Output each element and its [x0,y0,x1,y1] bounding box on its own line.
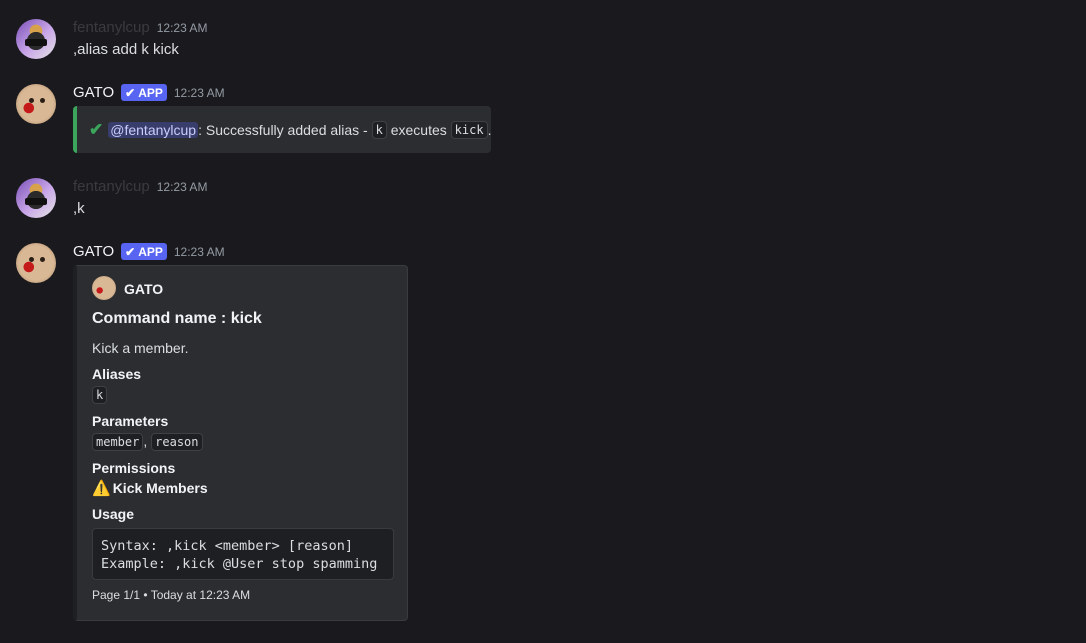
bot-avatar[interactable] [16,243,56,283]
code-line: Example: ,kick @User stop spamming [101,556,378,572]
embed-text: executes [386,121,451,138]
inline-code: reason [151,433,203,451]
embed-description: Kick a member. [92,340,189,356]
author-avatar [92,276,116,300]
embed-text: . [487,121,492,138]
field-value-parameters: member, reason [92,433,203,451]
message-header: GATO ✔ APP 12:23 AM [73,84,225,101]
username[interactable]: GATO [73,84,114,101]
field-name-usage: Usage [92,506,135,522]
code-line: Syntax: ,kick <member> [reason] [101,538,353,554]
field-name-parameters: Parameters [92,413,169,429]
embed-author: GATO [124,281,164,297]
help-embed: GATO Command name : kick Kick a member. … [73,265,408,621]
check-icon: ✔ [125,85,136,100]
embed-footer: Page 1/1 • Today at 12:23 AM [92,588,251,602]
field-name-aliases: Aliases [92,366,142,382]
timestamp[interactable]: 12:23 AM [174,245,225,259]
username[interactable]: fentanylcup [73,178,150,195]
message-content: ,k [73,200,85,217]
field-value-aliases: k [92,386,108,404]
check-icon: ✔ [89,119,104,139]
message-content: ,alias add k kick [73,41,179,58]
message-header: fentanylcup 12:23 AM [73,178,207,195]
bot-avatar[interactable] [16,84,56,124]
username[interactable]: fentanylcup [73,19,150,36]
inline-code: member [92,433,144,451]
message-header: GATO ✔ APP 12:23 AM [73,243,225,260]
app-badge: ✔ APP [121,84,167,101]
app-badge: ✔ APP [121,243,167,260]
message-header: fentanylcup 12:23 AM [73,19,207,36]
inline-code: k [371,120,387,139]
embed-text: : Successfully added alias - [198,121,372,138]
inline-code: kick [450,120,488,139]
timestamp[interactable]: 12:23 AM [157,21,208,35]
field-name-permissions: Permissions [92,460,176,476]
field-value-permissions: ⚠️ Kick Members [92,480,208,497]
warning-icon: ⚠️ [92,480,111,497]
embed-title: Command name : kick [92,310,262,327]
usage-codeblock: Syntax: ,kick <member> [reason] Example: … [92,528,394,580]
check-icon: ✔ [125,244,136,259]
user-avatar[interactable] [16,19,56,59]
timestamp[interactable]: 12:23 AM [174,86,225,100]
alias-embed: ✔ @fentanylcup : Successfully added alia… [73,106,491,153]
user-mention[interactable]: @fentanylcup [108,121,199,138]
timestamp[interactable]: 12:23 AM [157,180,208,194]
inline-code: k [92,386,108,404]
user-avatar[interactable] [16,178,56,218]
username[interactable]: GATO [73,243,114,260]
